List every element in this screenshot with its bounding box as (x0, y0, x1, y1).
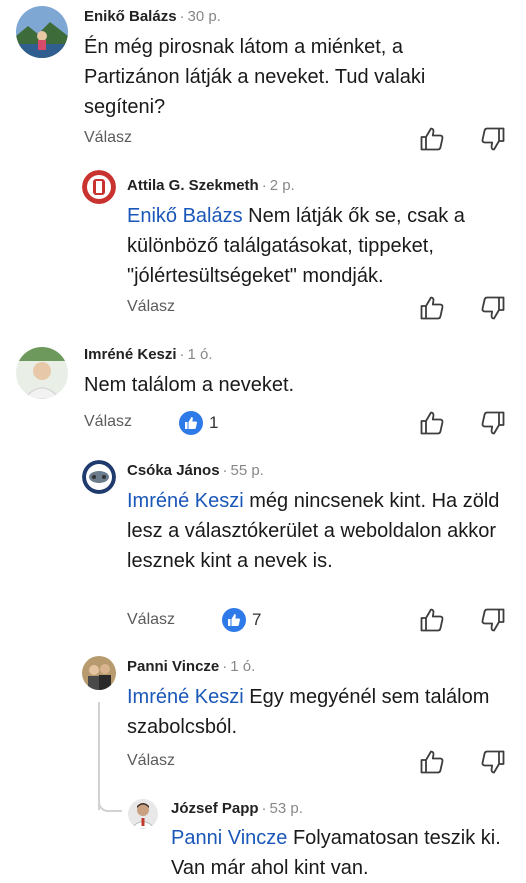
thread-connector (98, 790, 122, 812)
comment-header: Enikő Balázs · 30 p. (84, 8, 221, 26)
comment-text: Enikő Balázs Nem látják ők se, csak a kü… (127, 201, 497, 291)
comment-text: Nem találom a neveket. (84, 370, 464, 400)
separator-dot: · (222, 658, 228, 675)
avatar[interactable] (128, 799, 158, 829)
avatar[interactable] (82, 170, 116, 204)
author-name[interactable]: József Papp (171, 800, 259, 817)
timestamp[interactable]: 30 p. (188, 8, 221, 25)
thumbs-up-icon[interactable] (419, 410, 445, 436)
comment-text: Imréné Keszi Egy megyénél sem találom sz… (127, 682, 497, 742)
like-badge-icon (222, 608, 246, 632)
separator-dot: · (179, 346, 185, 363)
separator-dot: · (261, 177, 267, 194)
like-badge-icon (179, 411, 203, 435)
mention-link[interactable]: Imréné Keszi (127, 686, 244, 708)
reply-button[interactable]: Válasz (127, 752, 175, 770)
author-name[interactable]: Panni Vincze (127, 658, 219, 675)
comment-text: Én még pirosnak látom a miénket, a Parti… (84, 32, 464, 122)
separator-dot: · (222, 462, 228, 479)
comment-header: Csóka János · 55 p. (127, 462, 264, 480)
comment-body: Nem találom a neveket. (84, 374, 295, 396)
comment-header: József Papp · 53 p. (171, 800, 303, 818)
like-count-badge[interactable]: 1 (179, 411, 218, 435)
thumbs-up-icon[interactable] (419, 295, 445, 321)
thumbs-down-icon[interactable] (480, 295, 506, 321)
avatar[interactable] (16, 6, 68, 58)
comment-header: Imréné Keszi · 1 ó. (84, 346, 213, 364)
timestamp[interactable]: 2 p. (270, 177, 295, 194)
mention-link[interactable]: Imréné Keszi (127, 490, 244, 512)
timestamp[interactable]: 1 ó. (230, 658, 255, 675)
thumbs-down-icon[interactable] (480, 126, 506, 152)
reply-button[interactable]: Válasz (84, 413, 132, 431)
thumbs-up-icon[interactable] (419, 749, 445, 775)
mention-link[interactable]: Enikő Balázs (127, 205, 243, 227)
thumbs-up-icon[interactable] (419, 126, 445, 152)
avatar[interactable] (82, 656, 116, 690)
separator-dot: · (261, 800, 267, 817)
avatar[interactable] (82, 460, 116, 494)
separator-dot: · (179, 8, 185, 25)
reply-button[interactable]: Válasz (127, 611, 175, 629)
thumbs-down-icon[interactable] (480, 749, 506, 775)
thumbs-down-icon[interactable] (480, 607, 506, 633)
comment-header: Panni Vincze · 1 ó. (127, 658, 255, 676)
comment-body: Én még pirosnak látom a miénket, a Parti… (84, 36, 426, 118)
like-count: 7 (252, 610, 262, 629)
reply-button[interactable]: Válasz (127, 298, 175, 316)
author-name[interactable]: Imréné Keszi (84, 346, 177, 363)
reply-button[interactable]: Válasz (84, 129, 132, 147)
comment-header: Attila G. Szekmeth · 2 p. (127, 177, 295, 195)
author-name[interactable]: Enikő Balázs (84, 8, 177, 25)
like-count-badge[interactable]: 7 (222, 608, 261, 632)
timestamp[interactable]: 1 ó. (188, 346, 213, 363)
timestamp[interactable]: 55 p. (231, 462, 264, 479)
avatar[interactable] (16, 347, 68, 399)
timestamp[interactable]: 53 p. (270, 800, 303, 817)
mention-link[interactable]: Panni Vincze (171, 827, 287, 849)
author-name[interactable]: Csóka János (127, 462, 220, 479)
author-name[interactable]: Attila G. Szekmeth (127, 177, 259, 194)
thumbs-down-icon[interactable] (480, 410, 506, 436)
thumbs-up-icon[interactable] (419, 607, 445, 633)
like-count: 1 (209, 413, 219, 432)
comment-text: Imréné Keszi még nincsenek kint. Ha zöld… (127, 486, 507, 576)
comment-text: Panni Vincze Folyamatosan teszik ki. Van… (171, 823, 516, 883)
